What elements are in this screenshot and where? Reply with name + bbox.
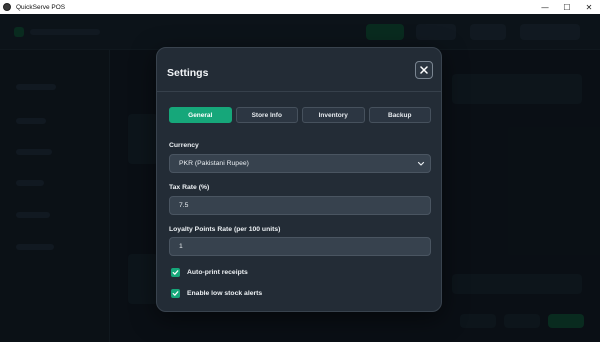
auto-print-checkbox-row[interactable]: Auto-print receipts xyxy=(171,268,248,277)
tax-rate-value: 7.5 xyxy=(179,202,189,209)
app-icon xyxy=(3,3,11,11)
checkmark-icon xyxy=(172,291,179,296)
modal-close-button[interactable] xyxy=(415,61,433,79)
close-icon xyxy=(420,66,428,74)
loyalty-rate-label: Loyalty Points Rate (per 100 units) xyxy=(169,226,281,233)
minimize-button[interactable]: — xyxy=(534,0,556,14)
window-title: QuickServe POS xyxy=(16,3,66,11)
loyalty-rate-input[interactable]: 1 xyxy=(169,237,431,256)
tab-backup[interactable]: Backup xyxy=(368,107,431,123)
chevron-down-icon xyxy=(417,161,425,166)
auto-print-label: Auto-print receipts xyxy=(187,269,248,276)
low-stock-label: Enable low stock alerts xyxy=(187,290,263,297)
loyalty-rate-value: 1 xyxy=(179,243,183,250)
maximize-button[interactable]: ☐ xyxy=(556,0,578,14)
checkmark-icon xyxy=(172,270,179,275)
currency-label: Currency xyxy=(169,142,199,149)
tab-general[interactable]: General xyxy=(169,107,232,123)
currency-value: PKR (Pakistani Rupee) xyxy=(179,160,249,167)
currency-select[interactable]: PKR (Pakistani Rupee) xyxy=(169,154,431,173)
low-stock-checkbox-row[interactable]: Enable low stock alerts xyxy=(171,289,262,298)
settings-modal: Settings General Store Info Inventory Ba… xyxy=(156,47,442,312)
modal-title: Settings xyxy=(167,67,209,79)
tax-rate-label: Tax Rate (%) xyxy=(169,184,210,191)
tab-inventory[interactable]: Inventory xyxy=(302,107,365,123)
modal-header-divider xyxy=(157,91,441,92)
window-close-button[interactable]: ✕ xyxy=(578,0,600,14)
tax-rate-input[interactable]: 7.5 xyxy=(169,196,431,215)
window-titlebar: QuickServe POS — ☐ ✕ xyxy=(0,0,600,14)
tab-store-info[interactable]: Store Info xyxy=(235,107,298,123)
settings-tabs: General Store Info Inventory Backup xyxy=(169,107,431,123)
low-stock-checkbox[interactable] xyxy=(171,289,180,298)
window-controls: — ☐ ✕ xyxy=(534,0,600,14)
auto-print-checkbox[interactable] xyxy=(171,268,180,277)
